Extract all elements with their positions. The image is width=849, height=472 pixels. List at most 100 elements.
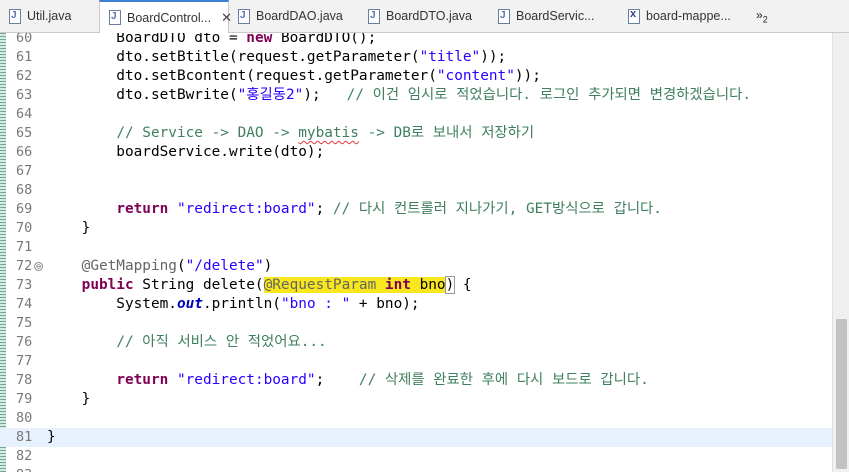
tab-label: BoardDTO.java: [386, 9, 472, 23]
line-number: 79: [16, 391, 33, 407]
code-token: "홍길동2": [237, 87, 304, 103]
tab-5[interactable]: board-mappe...: [619, 0, 749, 32]
code-line[interactable]: 75: [0, 314, 832, 333]
code-token: dto.setBtitle(request.getParameter(: [47, 49, 420, 65]
code-token: ;: [315, 201, 333, 217]
tab-label: Util.java: [27, 9, 72, 23]
tab-3[interactable]: BoardDTO.java: [359, 0, 489, 32]
code-line[interactable]: 66 boardService.write(dto);: [0, 143, 832, 162]
scrollbar-thumb[interactable]: [836, 319, 847, 469]
code-token: return: [116, 201, 169, 217]
code-token: @RequestParam: [263, 277, 385, 293]
code-token: // 아직 서비스 안 적었어요...: [116, 334, 327, 350]
line-number: 64: [16, 106, 33, 122]
code-line[interactable]: 69 return "redirect:board"; // 다시 컨트롤러 지…: [0, 200, 832, 219]
code-line[interactable]: 60 BoardDTO dto = new BoardDTO();: [0, 33, 832, 48]
code-token: // 삭제를 완료한 후에 다시 보드로 갑니다.: [358, 372, 649, 388]
java-file-icon: [367, 8, 380, 24]
code-line[interactable]: 65 // Service -> DAO -> mybatis -> DB로 보…: [0, 124, 832, 143]
code-text: public String delete(@RequestParam int b…: [47, 276, 472, 295]
code-line[interactable]: 72 ⊖ @GetMapping("/delete"): [0, 257, 832, 276]
code-token: dto.setBcontent(request.getParameter(: [47, 68, 437, 84]
code-token: "/delete": [185, 258, 264, 274]
line-number: 77: [16, 353, 33, 369]
code-line[interactable]: 67: [0, 162, 832, 181]
code-line[interactable]: 74 System.out.println("bno : " + bno);: [0, 295, 832, 314]
code-token: System.: [47, 296, 177, 312]
java-file-icon: [497, 8, 510, 24]
line-number: 76: [16, 334, 33, 350]
code-text: dto.setBtitle(request.getParameter("titl…: [47, 48, 506, 67]
code-editor[interactable]: 60 BoardDTO dto = new BoardDTO(); 61 dto.…: [0, 33, 832, 472]
code-token: boardService.write(dto);: [47, 144, 325, 160]
code-token: ;: [315, 372, 359, 388]
code-token: public: [81, 277, 134, 293]
tab-label: BoardDAO.java: [256, 9, 343, 23]
code-token: BoardDTO dto =: [47, 33, 247, 46]
tab-overflow-label: »: [756, 8, 763, 22]
code-line[interactable]: 81}: [0, 428, 832, 447]
code-token: "redirect:board": [176, 201, 316, 217]
code-token: mybatis: [298, 125, 359, 141]
vertical-scrollbar[interactable]: [832, 33, 849, 472]
fold-toggle-icon[interactable]: ⊖: [34, 262, 43, 271]
code-line[interactable]: 63 dto.setBwrite("홍길동2"); // 이건 임시로 적었습니…: [0, 86, 832, 105]
code-line[interactable]: 83: [0, 466, 832, 472]
code-token: ): [263, 258, 273, 274]
line-number: 70: [16, 220, 33, 236]
code-line[interactable]: 70 }: [0, 219, 832, 238]
code-line[interactable]: 79 }: [0, 390, 832, 409]
code-line[interactable]: 76 // 아직 서비스 안 적었어요...: [0, 333, 832, 352]
line-number: 75: [16, 315, 33, 331]
tab-0[interactable]: Util.java: [0, 0, 88, 32]
code-token: -> DB로 보내서 저장하기: [358, 125, 535, 141]
code-line[interactable]: 61 dto.setBtitle(request.getParameter("t…: [0, 48, 832, 67]
code-line[interactable]: 78 return "redirect:board"; // 삭제를 완료한 후…: [0, 371, 832, 390]
java-file-icon: [8, 8, 21, 24]
code-token: new: [246, 33, 273, 46]
code-line[interactable]: 77: [0, 352, 832, 371]
code-line[interactable]: 82: [0, 447, 832, 466]
code-line[interactable]: 62 dto.setBcontent(request.getParameter(…: [0, 67, 832, 86]
line-number: 73: [16, 277, 33, 293]
code-token: "content": [436, 68, 515, 84]
tab-overflow-button[interactable]: »2: [756, 8, 768, 24]
tab-4[interactable]: BoardServic...: [489, 0, 619, 32]
code-line[interactable]: 80: [0, 409, 832, 428]
code-token: dto.setBwrite(: [47, 87, 238, 103]
line-number: 83: [16, 466, 44, 472]
line-number: 63: [16, 87, 33, 103]
code-text: // Service -> DAO -> mybatis -> DB로 보내서 …: [47, 124, 534, 143]
tab-label: board-mappe...: [646, 9, 731, 23]
code-text: return "redirect:board"; // 다시 컨트롤러 지나가기…: [47, 200, 662, 219]
code-text: @GetMapping("/delete"): [47, 257, 273, 276]
code-line[interactable]: 68: [0, 181, 832, 200]
line-number: 62: [16, 68, 33, 84]
tab-1[interactable]: BoardControl...✕: [99, 0, 232, 33]
code-line[interactable]: 64: [0, 105, 832, 124]
code-token: // 이건 임시로 적었습니다. 로그인 추가되면 변경하겠습니다.: [346, 87, 752, 103]
line-number: 66: [16, 144, 33, 160]
code-token: return: [116, 372, 169, 388]
code-line[interactable]: 71: [0, 238, 832, 257]
tab-2[interactable]: BoardDAO.java: [229, 0, 359, 32]
editor-tab-bar: Util.java BoardControl...✕ BoardDAO.java Bo…: [0, 0, 849, 33]
code-token: @GetMapping: [81, 258, 177, 274]
java-file-icon: [108, 10, 121, 25]
code-token: (: [176, 258, 186, 274]
code-text: dto.setBwrite("홍길동2"); // 이건 임시로 적었습니다. …: [47, 86, 751, 105]
line-number: 69: [16, 201, 33, 217]
code-line[interactable]: 73 public String delete(@RequestParam in…: [0, 276, 832, 295]
code-token: String delete(: [133, 277, 264, 293]
code-token: }: [47, 391, 91, 407]
code-token: }: [47, 429, 56, 445]
code-token: + bno);: [350, 296, 420, 312]
code-token: bno: [410, 277, 446, 293]
code-token: ));: [514, 68, 541, 84]
code-token: {: [454, 277, 472, 293]
